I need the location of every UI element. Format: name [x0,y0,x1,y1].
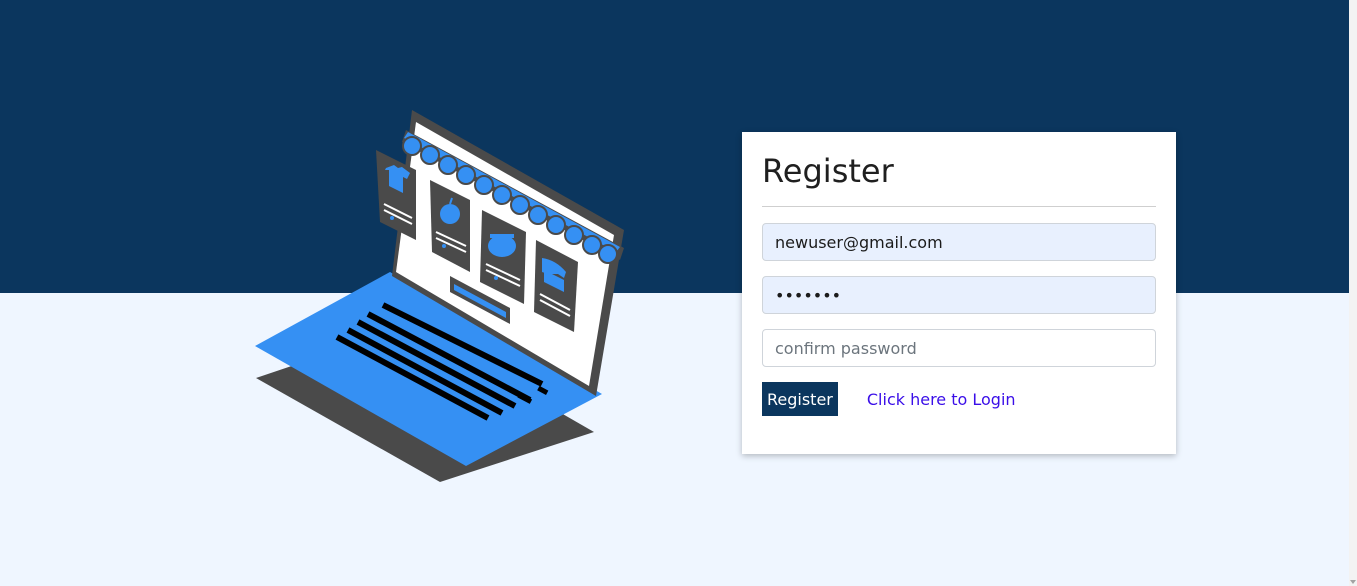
page: Register Register Click here to Login [0,0,1357,586]
scrollbar[interactable] [1349,0,1357,586]
title-divider [762,206,1156,207]
register-title: Register [762,152,894,190]
password-field[interactable] [762,276,1156,314]
scroll-down-arrow-icon[interactable] [1350,580,1356,584]
login-link[interactable]: Click here to Login [867,390,1016,409]
form-actions: Register Click here to Login [762,382,1156,416]
register-button[interactable]: Register [762,382,838,416]
confirm-password-field[interactable] [762,329,1156,367]
cooking-pot-icon [488,235,516,257]
email-field[interactable] [762,223,1156,261]
apple-icon [440,204,460,224]
register-card: Register Register Click here to Login [742,132,1176,454]
laptop-store-illustration [255,110,624,482]
